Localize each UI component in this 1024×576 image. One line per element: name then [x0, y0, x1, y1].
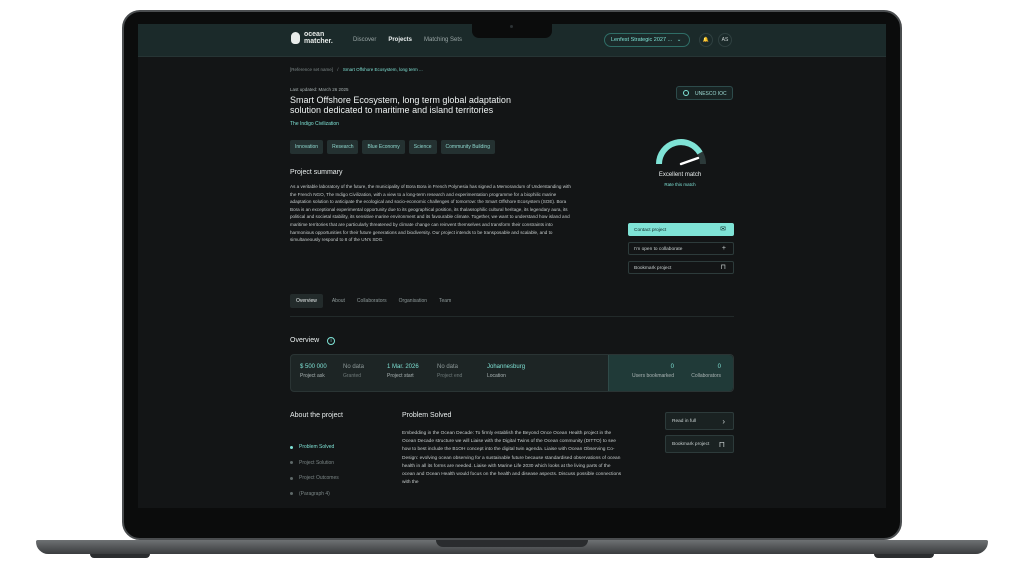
stat-project-end: No data Project end — [437, 364, 462, 379]
stat-value: 0 — [670, 364, 674, 370]
logo[interactable]: ocean matcher. — [291, 31, 333, 45]
toc-item[interactable]: (Paragraph 4) — [290, 491, 339, 507]
stat-value: Johannesburg — [487, 364, 526, 370]
contact-project-button[interactable]: Contact project ✉ — [628, 223, 734, 236]
breadcrumb-parent[interactable]: [Reference set name] — [290, 67, 333, 72]
tab-overview[interactable]: Overview — [290, 294, 323, 308]
breadcrumb-current: Smart Offshore Ecosystem, long term ... — [342, 67, 423, 72]
overview-stats-card: $ 500 000 Project ask No data Granted 1 … — [290, 354, 734, 392]
chevron-down-icon: ⌄ — [676, 37, 682, 43]
stat-label: Project end — [437, 373, 463, 379]
plus-icon: + — [721, 245, 726, 252]
engagement-panel: 0 Users bookmarked 0 Collaborators — [608, 355, 733, 391]
chevron-right-icon: › — [722, 417, 725, 426]
bookmark-project-label: Bookmark project — [634, 265, 672, 271]
avatar[interactable]: AS — [718, 33, 732, 47]
gauge-needle — [679, 156, 700, 166]
tag[interactable]: Blue Economy — [362, 140, 405, 154]
tag[interactable]: Innovation — [290, 140, 324, 154]
stat-project-ask: $ 500 000 Project ask — [300, 364, 327, 379]
contact-project-label: Contact project — [634, 227, 667, 233]
nav-projects[interactable]: Projects — [388, 37, 412, 43]
stat-project-start: 1 Mar. 2026 Project start — [387, 364, 419, 379]
bookmark-icon: ⊓ — [718, 440, 725, 449]
camera-icon — [510, 25, 513, 28]
bookmark-project-button[interactable]: Bookmark project ⊓ — [628, 261, 734, 274]
logo-text: ocean matcher. — [304, 31, 333, 45]
stat-value: 1 Mar. 2026 — [387, 364, 419, 370]
last-updated: Last updated: March 26 2025 — [290, 87, 349, 92]
stat-label: Granted — [343, 373, 362, 379]
tab-team[interactable]: Team — [436, 294, 454, 308]
toc-item[interactable]: Project Solution — [290, 460, 339, 476]
logo-icon — [291, 32, 300, 44]
stat-value: 0 — [717, 364, 721, 370]
open-to-collaborate-button[interactable]: I'm open to collaborate + — [628, 242, 734, 255]
page-title: Smart Offshore Ecosystem, long term glob… — [290, 95, 511, 115]
laptop-foot — [874, 554, 934, 558]
match-gauge — [656, 139, 706, 166]
laptop-foot — [90, 554, 150, 558]
about-heading: About the project — [290, 412, 343, 419]
info-icon[interactable]: i — [327, 337, 335, 345]
section-heading: Problem Solved — [402, 412, 452, 419]
tag[interactable]: Science — [408, 140, 437, 154]
about-table-of-contents: Problem Solved Project Solution Project … — [290, 444, 339, 506]
overview-heading: Overview — [290, 337, 320, 344]
stat-label: Users bookmarked — [632, 373, 674, 379]
stat-value: $ 500 000 — [300, 364, 327, 370]
toc-item[interactable]: Project Outcomes — [290, 475, 339, 491]
tag-list: Innovation Research Blue Economy Science… — [290, 140, 495, 154]
open-to-collaborate-label: I'm open to collaborate — [634, 246, 683, 252]
tab-about[interactable]: About — [329, 294, 348, 308]
stat-collaborators: 0 Collaborators — [691, 364, 721, 379]
organisation-select[interactable]: Lenfest Strategic 2027 ... ⌄ — [604, 33, 690, 47]
tag[interactable]: Community Building — [440, 140, 495, 154]
read-in-full-label: Read in full — [672, 419, 696, 424]
organisation-link[interactable]: The Indigo Civilization — [290, 121, 339, 127]
stat-users-bookmarked: 0 Users bookmarked — [632, 364, 674, 379]
stat-value: No data — [437, 364, 459, 370]
laptop-base-notch — [436, 540, 588, 547]
tab-collaborators[interactable]: Collaborators — [354, 294, 390, 308]
summary-text: As a veritable laboratory of the future,… — [290, 184, 571, 243]
tag[interactable]: Research — [327, 140, 359, 154]
stat-label: Project start — [387, 373, 414, 379]
globe-icon — [683, 90, 689, 96]
summary-heading: Project summary — [290, 169, 343, 176]
mail-icon: ✉ — [720, 226, 726, 233]
stat-label: Location — [487, 373, 506, 379]
stat-granted: No data Granted — [343, 364, 364, 379]
bookmark-project-secondary-label: Bookmark project — [672, 442, 710, 447]
match-label: Excellent match — [658, 172, 702, 178]
bell-icon[interactable]: 🔔 — [699, 33, 713, 47]
stat-value: No data — [343, 364, 365, 370]
nav-discover[interactable]: Discover — [353, 37, 376, 43]
stat-location: Johannesburg Location — [487, 364, 525, 379]
tab-organisation[interactable]: Organisation — [396, 294, 430, 308]
tab-bar: Overview About Collaborators Organisatio… — [290, 294, 454, 308]
unesco-badge[interactable]: UNESCO IOC — [676, 86, 733, 100]
bookmark-icon: ⊓ — [720, 264, 726, 271]
divider — [290, 316, 734, 317]
stat-label: Project ask — [300, 373, 325, 379]
nav-matching-sets[interactable]: Matching Sets — [424, 37, 462, 43]
breadcrumb-separator: / — [337, 67, 339, 72]
main-nav: Discover Projects Matching Sets — [353, 37, 462, 43]
rate-match-link[interactable]: Rate this match — [653, 182, 707, 187]
bookmark-project-secondary-button[interactable]: Bookmark project ⊓ — [665, 435, 734, 453]
organisation-select-value: Lenfest Strategic 2027 ... — [611, 37, 673, 43]
screen: ocean matcher. Discover Projects Matchin… — [138, 24, 886, 508]
section-text: Embedding in the Ocean Decade: To firmly… — [402, 431, 622, 486]
breadcrumb: [Reference set name] / Smart Offshore Ec… — [290, 67, 423, 72]
unesco-badge-label: UNESCO IOC — [695, 91, 727, 97]
read-in-full-button[interactable]: Read in full › — [665, 412, 734, 430]
stat-label: Collaborators — [691, 373, 721, 379]
toc-item[interactable]: Problem Solved — [290, 444, 339, 460]
